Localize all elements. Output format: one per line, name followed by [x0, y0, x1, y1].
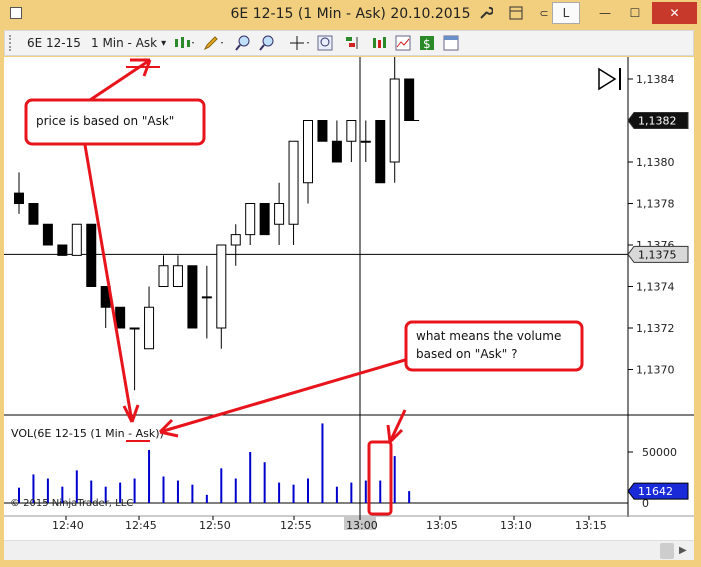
arrow-from-question	[159, 358, 406, 434]
note-volume-question-line1: what means the volume	[416, 329, 562, 343]
volume-bar-highlight	[367, 440, 393, 516]
note-price-ask: price is based on "Ask"	[36, 114, 175, 128]
chart-window: 6E 12-15 (1 Min - Ask) 20.10.2015 ⊂ L — …	[0, 0, 701, 567]
annotation-layer	[24, 58, 584, 516]
note-volume-question-line2: based on "Ask" ?	[416, 347, 518, 361]
arrow-to-volume-label	[83, 144, 134, 423]
arrow-to-volume-bar	[388, 409, 407, 443]
